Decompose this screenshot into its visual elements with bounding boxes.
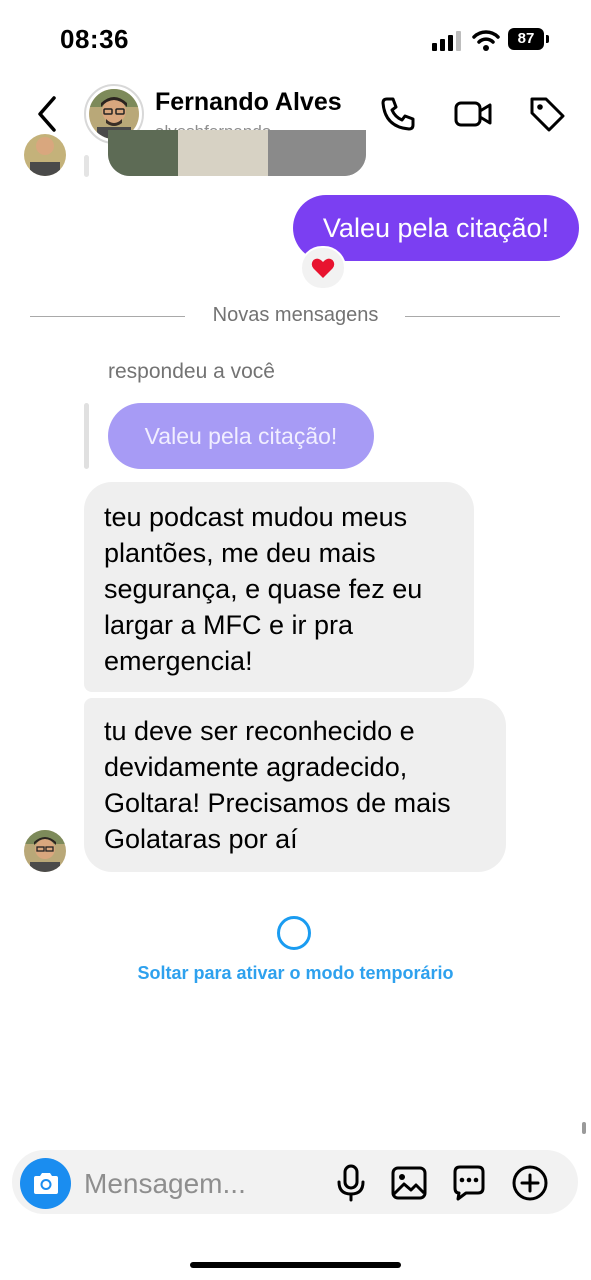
reply-context-label: respondeu a você — [108, 360, 275, 383]
microphone-icon[interactable] — [332, 1163, 370, 1203]
home-indicator[interactable] — [190, 1262, 401, 1268]
sender-avatar-small[interactable] — [24, 134, 66, 176]
message-line: devidamente agradecido, — [104, 752, 408, 782]
battery-level: 87 — [517, 30, 535, 47]
reply-indicator-bar — [84, 155, 89, 177]
camera-icon — [33, 1172, 58, 1194]
message-line: largar a MFC e ir pra — [104, 610, 354, 640]
temporary-mode-hint: Soltar para ativar o modo temporário — [137, 963, 454, 983]
incoming-message-bubble[interactable]: teu podcast mudou meus plantões, me deu … — [84, 482, 474, 692]
quote-indicator-bar — [84, 403, 89, 469]
incoming-message-bubble[interactable]: tu deve ser reconhecido e devidamente ag… — [84, 698, 506, 872]
back-chevron-icon[interactable] — [32, 94, 62, 134]
video-camera-icon[interactable] — [453, 94, 493, 134]
sticker-chat-icon[interactable] — [450, 1163, 488, 1203]
gallery-icon[interactable] — [390, 1163, 428, 1203]
temporary-mode-spinner-icon — [277, 916, 311, 950]
message-line: tu deve ser reconhecido e — [104, 716, 415, 746]
message-line: teu podcast mudou meus — [104, 502, 408, 532]
wifi-icon — [472, 30, 500, 51]
message-line: segurança, e quase fez eu — [104, 574, 423, 604]
new-messages-divider: Novas mensagens — [0, 304, 591, 327]
quoted-message-bubble[interactable]: Valeu pela citação! — [108, 403, 374, 469]
camera-button[interactable] — [20, 1158, 71, 1209]
heart-reaction[interactable] — [300, 246, 346, 290]
plus-icon[interactable] — [511, 1163, 549, 1203]
message-input[interactable] — [84, 1164, 324, 1204]
new-messages-label: Novas mensagens — [198, 304, 393, 326]
message-line: Golataras por aí — [104, 824, 298, 854]
shared-media-preview[interactable] — [108, 130, 366, 176]
message-line: plantões, me deu mais — [104, 538, 376, 568]
tag-icon[interactable] — [527, 94, 567, 134]
battery-indicator: 87 — [508, 28, 550, 52]
status-time: 08:36 — [60, 24, 129, 54]
scroll-indicator[interactable] — [582, 1122, 586, 1134]
message-line: emergencia! — [104, 646, 253, 676]
heart-icon — [311, 258, 335, 278]
sender-avatar-small[interactable] — [24, 830, 66, 872]
cellular-signal-icon — [432, 31, 461, 51]
message-line: Goltara! Precisamos de mais — [104, 788, 451, 818]
phone-icon[interactable] — [378, 94, 418, 134]
contact-name[interactable]: Fernando Alves — [155, 88, 342, 117]
